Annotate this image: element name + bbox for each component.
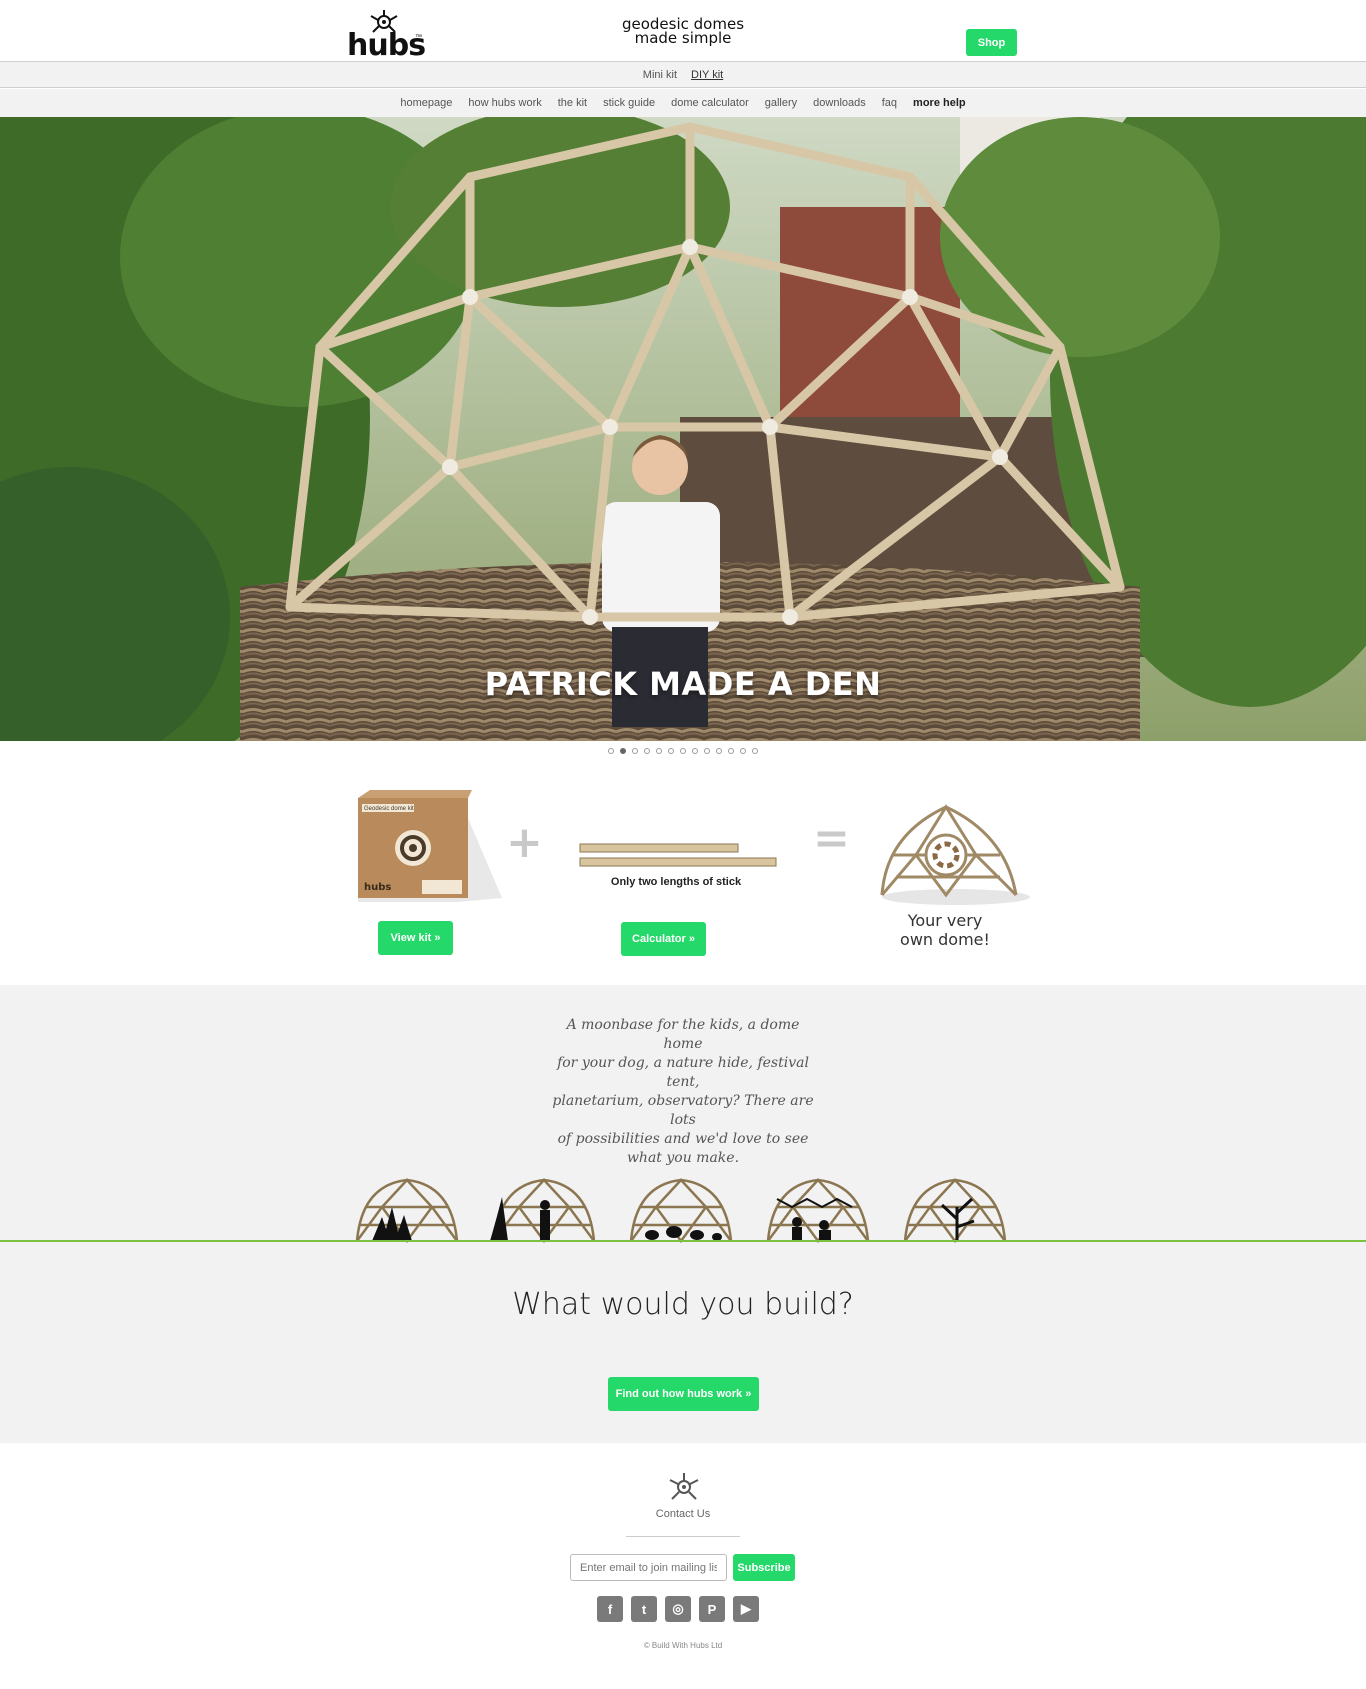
slideshow-dot[interactable] bbox=[656, 748, 662, 754]
nav-item-homepage[interactable]: homepage bbox=[400, 97, 452, 109]
tagline: geodesic domes made simple bbox=[600, 17, 766, 47]
quote-line: A moonbase for the kids, a dome home bbox=[566, 1017, 800, 1052]
hub-connector-icon bbox=[669, 1473, 699, 1500]
contact-us-link[interactable]: Contact Us bbox=[0, 1508, 1366, 1520]
ideas-quote: A moonbase for the kids, a dome home for… bbox=[548, 1016, 818, 1168]
sticks-image bbox=[579, 843, 777, 867]
slideshow-dot[interactable] bbox=[752, 748, 758, 754]
facebook-icon[interactable]: f bbox=[597, 1596, 623, 1622]
slideshow-dot[interactable] bbox=[644, 748, 650, 754]
hubs-logo[interactable]: hubs ™ bbox=[347, 10, 427, 63]
product-subnav: Mini kit DIY kit bbox=[0, 62, 1366, 88]
slideshow-dot[interactable] bbox=[692, 748, 698, 754]
sticks-caption: Only two lengths of stick bbox=[610, 876, 742, 888]
slideshow-dot[interactable] bbox=[668, 748, 674, 754]
nav-item-how-hubs-work[interactable]: how hubs work bbox=[468, 97, 541, 109]
youtube-icon[interactable]: ▶ bbox=[733, 1596, 759, 1622]
logo-wordmark: hubs bbox=[347, 28, 426, 63]
hero-slideshow[interactable]: PATRICK MADE A DEN bbox=[0, 117, 1366, 741]
quote-line: for your dog, a nature hide, festival te… bbox=[557, 1055, 809, 1090]
view-kit-button[interactable]: View kit » bbox=[378, 921, 453, 955]
shop-button[interactable]: Shop bbox=[966, 29, 1017, 56]
slideshow-dot[interactable] bbox=[620, 748, 626, 754]
pinterest-icon[interactable]: P bbox=[699, 1596, 725, 1622]
find-out-how-button[interactable]: Find out how hubs work » bbox=[608, 1377, 759, 1411]
quote-line: of possibilities and we'd love to see bbox=[557, 1131, 809, 1147]
instagram-icon[interactable]: ◎ bbox=[665, 1596, 691, 1622]
kit-box-image: Geodesic dome kit hubs bbox=[358, 790, 502, 902]
mailing-list-email-input[interactable] bbox=[570, 1554, 727, 1581]
equals-sign: = bbox=[813, 813, 850, 864]
kit-box-title: Geodesic dome kit bbox=[364, 806, 414, 812]
trademark: ™ bbox=[415, 34, 422, 41]
slideshow-dot[interactable] bbox=[632, 748, 638, 754]
site-footer: Contact Us Subscribe f t ◎ P ▶ © Build W… bbox=[0, 1443, 1366, 1689]
calculator-button[interactable]: Calculator » bbox=[621, 922, 706, 956]
nav-item-dome-calculator[interactable]: dome calculator bbox=[671, 97, 749, 109]
slideshow-dot[interactable] bbox=[716, 748, 722, 754]
footer-divider bbox=[626, 1536, 740, 1537]
build-title: What would you build? bbox=[512, 1287, 854, 1322]
nav-item-faq[interactable]: faq bbox=[882, 97, 897, 109]
tagline-line-2: made simple bbox=[634, 29, 732, 47]
twitter-icon[interactable]: t bbox=[631, 1596, 657, 1622]
social-links: f t ◎ P ▶ bbox=[597, 1596, 759, 1622]
own-dome-line-1: Your very bbox=[907, 911, 983, 930]
quote-line: planetarium, observatory? There are lots bbox=[552, 1093, 814, 1128]
slideshow-dot[interactable] bbox=[704, 748, 710, 754]
slideshow-dot[interactable] bbox=[680, 748, 686, 754]
nav-item-stick-guide[interactable]: stick guide bbox=[603, 97, 655, 109]
site-header: hubs ™ geodesic domes made simple Shop bbox=[0, 0, 1366, 63]
slideshow-dot[interactable] bbox=[740, 748, 746, 754]
quote-line: what you make. bbox=[626, 1150, 740, 1166]
subnav-item-mini-kit[interactable]: Mini kit bbox=[643, 69, 677, 81]
finished-dome-image bbox=[880, 804, 1030, 905]
ideas-section: A moonbase for the kids, a dome home for… bbox=[0, 985, 1366, 1443]
nav-item-more-help[interactable]: more help bbox=[913, 97, 966, 109]
nav-item-the-kit[interactable]: the kit bbox=[558, 97, 587, 109]
green-divider bbox=[0, 1240, 1366, 1242]
nav-item-downloads[interactable]: downloads bbox=[813, 97, 866, 109]
dome-ideas-illustration bbox=[355, 1178, 1007, 1243]
slideshow-dot[interactable] bbox=[728, 748, 734, 754]
subnav-item-diy-kit[interactable]: DIY kit bbox=[691, 69, 723, 81]
slideshow-dots bbox=[0, 748, 1366, 756]
own-dome-line-2: own dome! bbox=[900, 930, 990, 949]
kit-box-brand: hubs bbox=[364, 882, 391, 893]
copyright: © Build With Hubs Ltd bbox=[643, 1641, 723, 1650]
kit-equation-section: Geodesic dome kit hubs + Only two length… bbox=[0, 770, 1366, 985]
hero-photo-dome-den bbox=[0, 117, 1366, 741]
nav-item-gallery[interactable]: gallery bbox=[765, 97, 797, 109]
own-dome-caption: Your very own dome! bbox=[880, 911, 1010, 949]
slideshow-dot[interactable] bbox=[608, 748, 614, 754]
subscribe-button[interactable]: Subscribe bbox=[733, 1554, 795, 1581]
main-nav: homepage how hubs work the kit stick gui… bbox=[0, 89, 1366, 117]
hero-caption: PATRICK MADE A DEN bbox=[484, 665, 882, 703]
plus-sign: + bbox=[506, 817, 543, 868]
